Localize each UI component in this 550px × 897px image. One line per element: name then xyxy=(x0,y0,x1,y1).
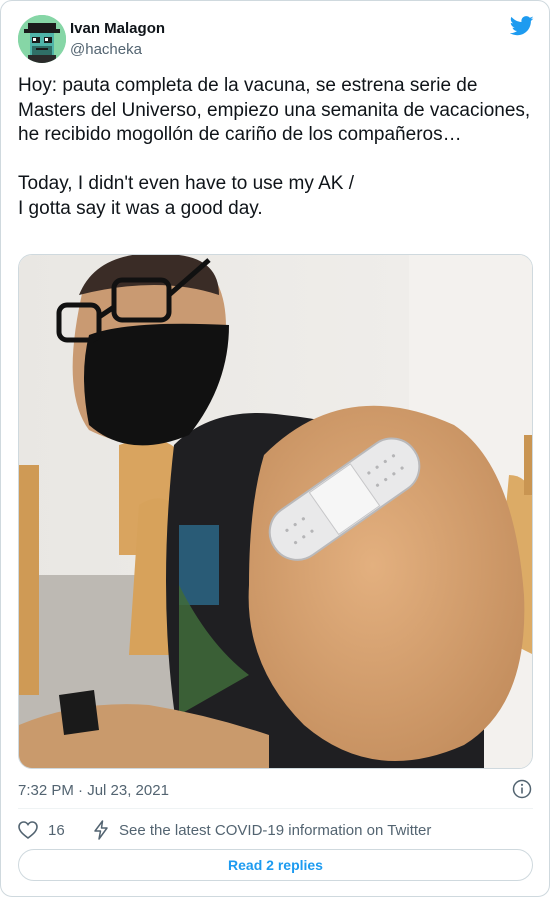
tweet-timestamp[interactable]: 7:32 PM · Jul 23, 2021 xyxy=(18,781,169,800)
tweet-card: Ivan Malagon @hacheka Hoy: pauta complet… xyxy=(0,0,550,897)
read-replies-button[interactable]: Read 2 replies xyxy=(18,849,533,881)
tweet-photo[interactable] xyxy=(18,254,533,769)
tweet-text: Hoy: pauta completa de la vacuna, se est… xyxy=(18,75,531,219)
like-button[interactable]: 16 xyxy=(18,819,65,841)
divider xyxy=(18,808,533,809)
like-count: 16 xyxy=(48,821,65,839)
avatar[interactable] xyxy=(18,15,66,63)
user-handle[interactable]: @hacheka xyxy=(70,40,142,59)
info-icon[interactable] xyxy=(512,779,532,799)
photo-illustration xyxy=(19,255,532,768)
heart-icon xyxy=(18,821,38,839)
lightning-icon xyxy=(94,820,108,840)
avatar-pixel-art xyxy=(18,15,66,63)
covid-info-text: See the latest COVID-19 information on T… xyxy=(119,821,432,839)
twitter-bird-icon[interactable] xyxy=(510,16,534,36)
covid-info-link[interactable]: See the latest COVID-19 information on T… xyxy=(93,819,431,841)
user-name[interactable]: Ivan Malagon xyxy=(70,19,165,38)
